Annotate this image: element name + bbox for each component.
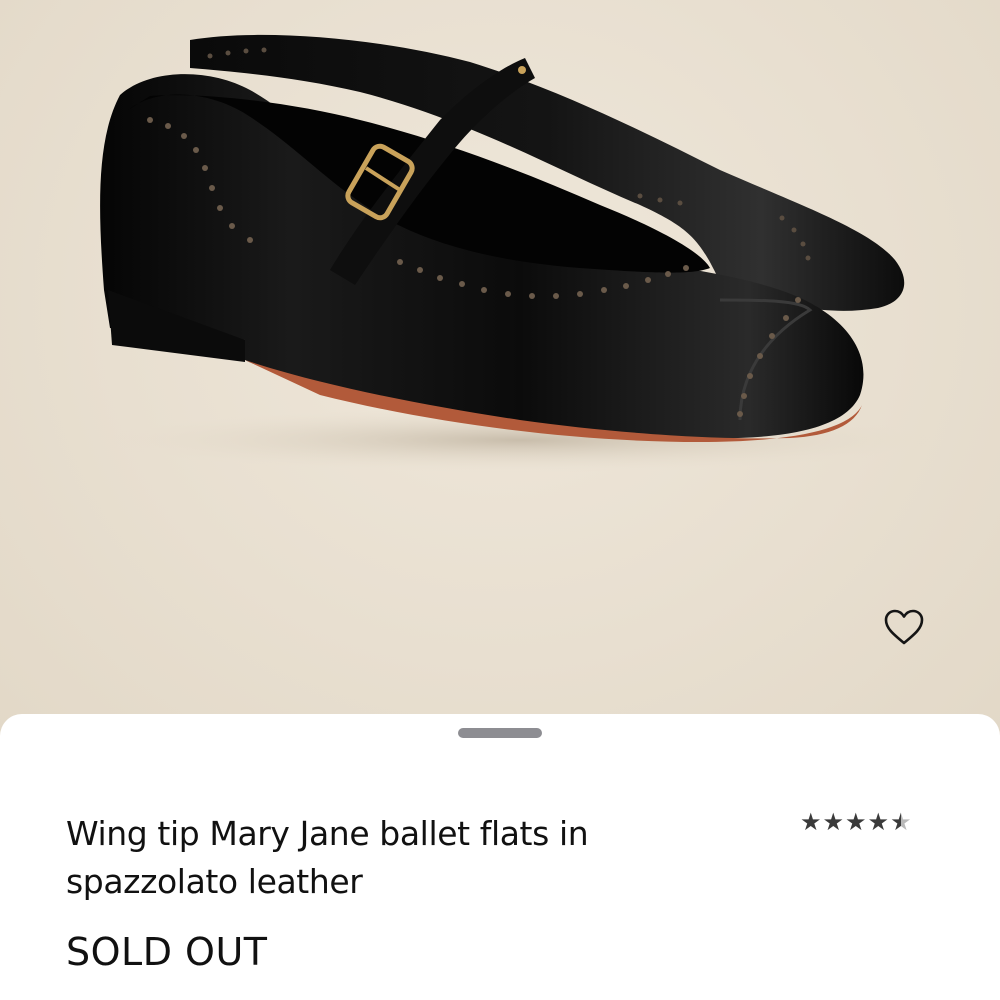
product-image bbox=[100, 34, 940, 472]
star-full-icon: ★ bbox=[822, 808, 845, 836]
star-full-icon: ★ bbox=[845, 808, 867, 836]
heart-outline-icon bbox=[884, 609, 924, 645]
stock-status: SOLD OUT bbox=[66, 930, 268, 974]
sheet-drag-handle[interactable] bbox=[458, 728, 542, 738]
star-full-icon: ★ bbox=[800, 808, 822, 836]
product-title: Wing tip Mary Jane ballet flats in spazz… bbox=[66, 814, 589, 901]
star-full-icon: ★ bbox=[867, 808, 890, 836]
product-details-sheet[interactable]: Wing tip Mary Jane ballet flats in spazz… bbox=[0, 714, 1000, 1000]
favorite-button[interactable] bbox=[878, 604, 930, 650]
product-rating[interactable]: ★ ★ ★ ★ ★ bbox=[800, 810, 912, 834]
product-image-area[interactable] bbox=[0, 0, 1000, 760]
star-half-icon: ★ bbox=[890, 808, 912, 836]
